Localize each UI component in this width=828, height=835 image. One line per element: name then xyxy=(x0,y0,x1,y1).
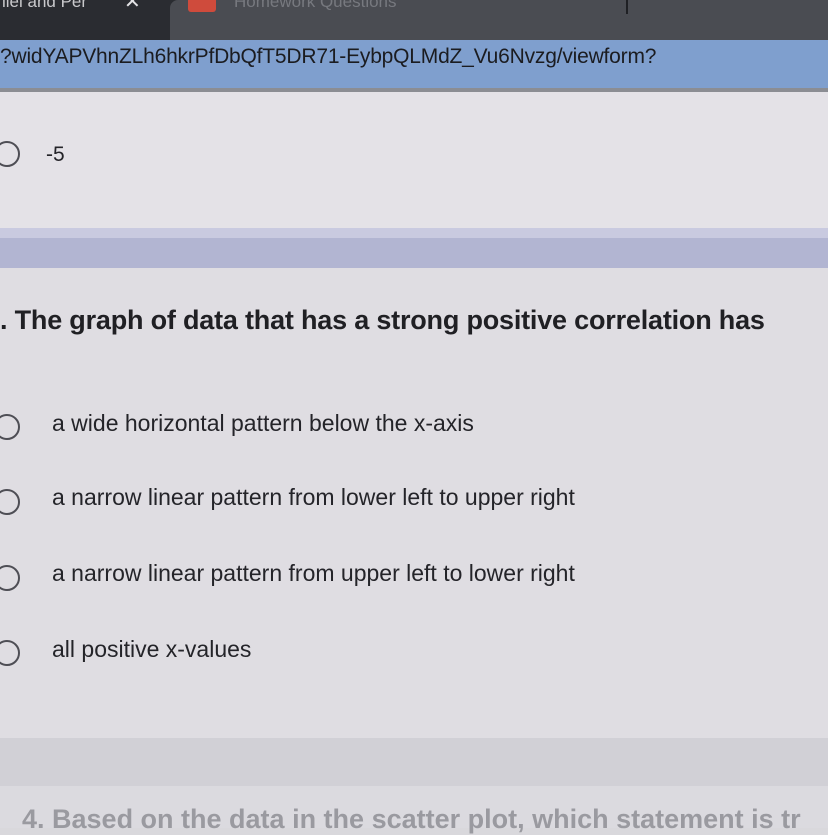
option-label: -5 xyxy=(46,143,65,166)
question-title: . The graph of data that has a strong po… xyxy=(0,305,765,335)
tab-close-icon[interactable]: ✕ xyxy=(124,0,141,12)
previous-question-card xyxy=(0,92,828,228)
tab-divider xyxy=(626,0,628,14)
tab-favicon-icon xyxy=(188,0,216,12)
option-label-4[interactable]: all positive x-values xyxy=(52,636,251,663)
browser-tab-previous[interactable]: llel and Per ✕ xyxy=(0,0,162,34)
section-separator xyxy=(0,228,828,268)
tab-title: llel and Per xyxy=(2,0,88,11)
option-label-3[interactable]: a narrow linear pattern from upper left … xyxy=(52,560,575,587)
address-bar-url[interactable]: ?widYAPVhnZLh6hkrPfDbQfT5DR71-EybpQLMdZ_… xyxy=(0,45,656,69)
next-question-title: 4. Based on the data in the scatter plot… xyxy=(22,804,801,834)
option-label-1[interactable]: a wide horizontal pattern below the x-ax… xyxy=(52,410,474,437)
active-tab-title: Homework Questions xyxy=(234,0,397,11)
section-gap xyxy=(0,738,828,786)
option-label-2[interactable]: a narrow linear pattern from lower left … xyxy=(52,484,575,511)
